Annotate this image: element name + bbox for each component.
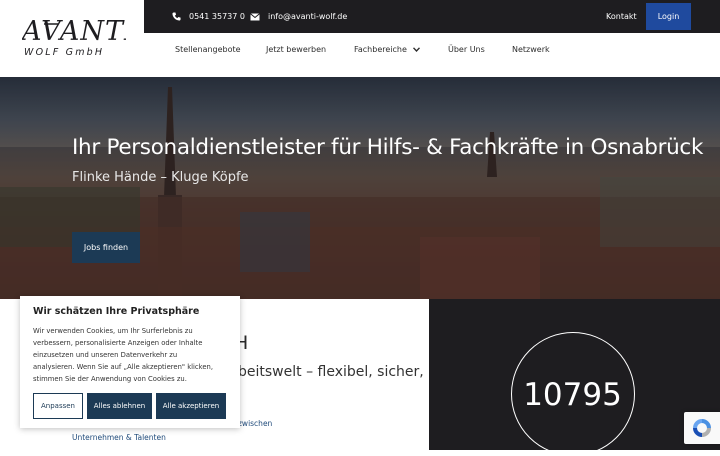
hero-title: Ihr Personaldienstleister für Hilfs- & F… [72, 135, 704, 160]
chevron-down-icon [412, 47, 420, 52]
nav-item-ueber-uns[interactable]: Über Uns [448, 33, 485, 66]
cookie-text-line: Wir verwenden Cookies, um Ihr Surferlebn… [33, 327, 193, 335]
nav-label: Über Uns [448, 45, 485, 54]
hero-overlay [0, 77, 720, 299]
counter-circle: 10795 [511, 332, 635, 456]
cookie-text-line: analysieren. Wenn Sie auf „Alle akzeptie… [33, 363, 213, 372]
cookie-text: Wir verwenden Cookies, um Ihr Surferlebn… [33, 325, 233, 385]
recaptcha-badge[interactable] [684, 412, 720, 444]
login-button[interactable]: Login [646, 3, 691, 30]
cookie-text-line: verbessern, personalisierte Anzeigen ode… [33, 339, 203, 348]
top-bar: 0541 35737 0 info@avanti-wolf.de Kontakt… [144, 0, 720, 33]
counter-value: 10795 [523, 377, 622, 413]
svg-text:WOLF GmbH: WOLF GmbH [24, 47, 104, 58]
cookie-accept-button[interactable]: Alle akzeptieren [156, 393, 226, 419]
cookie-title: Wir schätzen Ihre Privatsphäre [33, 306, 200, 317]
about-text-line: Unternehmen & Talenten [72, 433, 166, 442]
cookie-banner: Wir schätzen Ihre Privatsphäre Wir verwe… [20, 296, 240, 428]
nav-label: Netzwerk [512, 45, 550, 54]
cookie-reject-button[interactable]: Alles ablehnen [87, 393, 152, 419]
logo-graphic: AVANTI WOLF GmbH [22, 16, 126, 58]
nav-item-jetzt-bewerben[interactable]: Jetzt bewerben [266, 33, 326, 66]
nav-item-stellenangebote[interactable]: Stellenangebote [175, 33, 241, 66]
nav-label: Fachbereiche [354, 45, 407, 54]
nav-label: Stellenangebote [175, 45, 241, 54]
phone-number: 0541 35737 0 [189, 12, 245, 21]
logo[interactable]: AVANTI WOLF GmbH [0, 0, 144, 77]
svg-text:AVANTI: AVANTI [22, 16, 126, 47]
email-link[interactable]: info@avanti-wolf.de [250, 0, 347, 33]
hero-section: Ihr Personaldienstleister für Hilfs- & F… [0, 77, 720, 299]
phone-icon [172, 12, 181, 21]
recaptcha-icon [693, 419, 711, 437]
about-text-line: zwischen [238, 419, 273, 428]
cookie-text-line: einzusetzen und unseren Datenverkehr zu [33, 351, 178, 360]
envelope-icon [250, 12, 260, 20]
about-text: beitswelt – flexibel, sicher, [238, 364, 424, 380]
counter-panel: 10795 [429, 299, 720, 456]
nav-item-fachbereiche[interactable]: Fachbereiche [354, 33, 420, 66]
cookie-adjust-button[interactable]: Anpassen [33, 393, 83, 419]
phone-link[interactable]: 0541 35737 0 [172, 0, 245, 33]
main-nav: Stellenangebote Jetzt bewerben Fachberei… [144, 33, 720, 77]
jobs-finden-button[interactable]: Jobs finden [72, 232, 140, 263]
nav-label: Jetzt bewerben [266, 45, 327, 54]
hero-subtitle: Flinke Hände – Kluge Köpfe [72, 170, 249, 185]
email-address: info@avanti-wolf.de [268, 12, 348, 21]
kontakt-link[interactable]: Kontakt [606, 0, 637, 33]
cookie-text-line: stimmen Sie der Anwendung von Cookies zu… [33, 375, 187, 384]
nav-item-netzwerk[interactable]: Netzwerk [512, 33, 550, 66]
